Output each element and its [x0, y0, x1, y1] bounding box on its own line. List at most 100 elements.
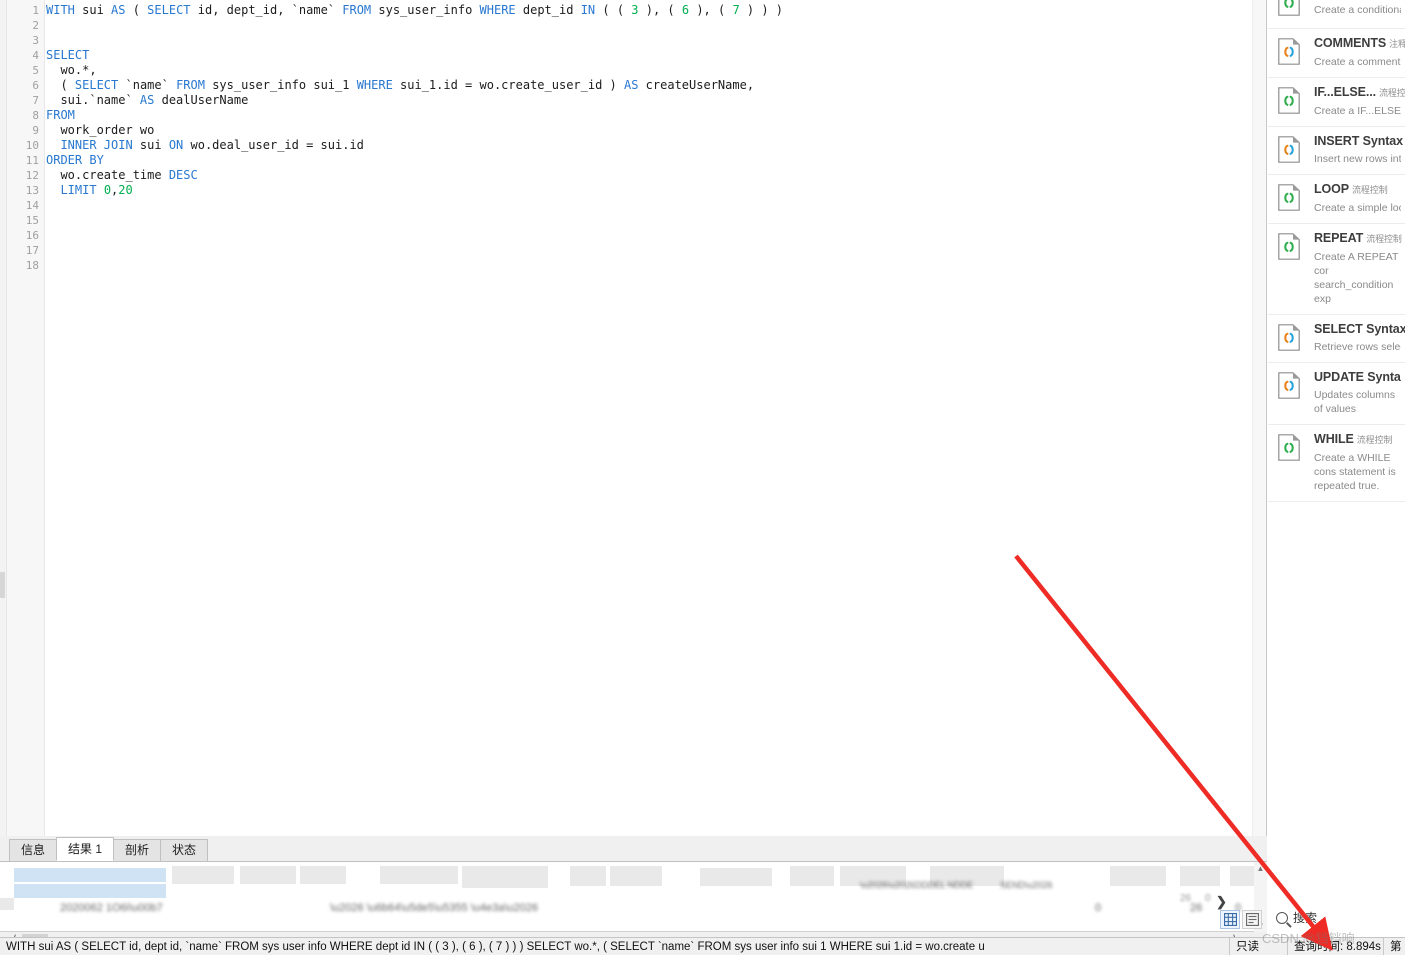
code-token: ), ( [638, 3, 682, 17]
sql-doc-icon [1278, 184, 1300, 211]
grid-cell-blurred [380, 866, 458, 884]
code-token: WHERE [356, 78, 393, 92]
snippet-description: Insert new rows into [1314, 153, 1401, 165]
code-line: work_order wo [46, 123, 1252, 138]
sql-doc-icon [1278, 136, 1300, 163]
snippet-title: IF...ELSE...流程控制 [1314, 85, 1405, 101]
sidebar-snippet-item[interactable]: LOOP 流程控制 Create a simple loop [1268, 175, 1405, 224]
sidebar-snippet-item[interactable]: REPEAT 流程控制 Create A REPEAT cor search_con… [1268, 224, 1405, 315]
results-tab[interactable]: 状态 [160, 839, 209, 861]
code-line: SELECT [46, 48, 1252, 63]
code-token: WITH [46, 3, 75, 17]
editor-left-splitter[interactable] [0, 0, 7, 836]
line-number: 14 [25, 199, 39, 212]
search-placeholder-label: 搜索 [1293, 911, 1318, 925]
code-token: 0 [103, 183, 112, 197]
form-view-button[interactable] [1242, 910, 1262, 929]
sql-doc-icon [1278, 38, 1300, 65]
code-token: wo.*, [46, 63, 97, 77]
results-tab[interactable]: 剖析 [113, 839, 162, 861]
code-token: DESC [168, 168, 198, 182]
code-token: id, dept_id, `name` [190, 3, 343, 17]
code-token: 3 [631, 3, 639, 17]
code-line: wo.*, [46, 63, 1252, 78]
sidebar-snippet-item[interactable]: WHILE 流程控制 Create a WHILE cons statement i… [1268, 425, 1405, 502]
code-token: sui_1.id = wo.create_user_id ) [392, 78, 624, 92]
snippet-title: WHILE 流程控制 [1314, 432, 1393, 446]
line-number: 3 [32, 34, 39, 47]
grid-cell-blurred [610, 866, 662, 886]
sidebar-snippet-item[interactable]: INSERT Syntax Insert new rows into [1268, 127, 1405, 175]
sql-doc-icon [1278, 38, 1300, 65]
code-token: ( ( [595, 3, 632, 17]
code-token: ), ( [689, 3, 733, 17]
result-grid[interactable]: \u2026\u2026 DDDEL NDDE SEND\u2026 20200… [0, 862, 1267, 932]
code-line: INNER JOIN sui ON wo.deal_user_id = sui.… [46, 138, 1252, 153]
grid-view-button[interactable] [1220, 910, 1240, 929]
snippet-description: Create a conditional [1314, 4, 1401, 16]
grid-cell-blurred [1180, 866, 1220, 886]
results-tab-bar[interactable]: 信息 结果 1 剖析 状态 [0, 837, 1267, 862]
snippet-description: Retrieve rows selecte [1314, 341, 1401, 353]
snippet-title-cn: 流程控制 [1379, 88, 1405, 98]
code-token: work_order wo [46, 123, 155, 137]
code-token: SELECT [74, 78, 119, 92]
sql-doc-icon [1278, 0, 1300, 16]
code-line: LIMIT 0,20 [46, 183, 1252, 198]
snippet-title: LOOP 流程控制 [1314, 182, 1388, 196]
sql-doc-icon [1278, 372, 1300, 399]
line-number: 8 [32, 109, 39, 122]
sql-doc-icon [1278, 434, 1300, 461]
sql-doc-icon [1278, 136, 1300, 163]
snippet-description: Create A REPEAT cor search_condition exp [1314, 251, 1399, 305]
results-tab[interactable]: 信息 [9, 839, 58, 861]
sql-snippet-sidebar[interactable]: Create a conditional COMMENTS 注释 Create a c… [1268, 0, 1405, 900]
snippet-title-cn: 流程控制 [1352, 185, 1388, 195]
snippet-title-cn: 流程控制 [1366, 234, 1402, 244]
line-number: 17 [25, 244, 39, 257]
snippet-description: Create a IF...ELSE... co [1314, 105, 1401, 117]
scroll-up-arrow[interactable]: ▲ [1254, 862, 1267, 875]
expand-chevron-icon[interactable]: ❯ [1216, 894, 1227, 910]
sidebar-snippet-item[interactable]: SELECT Syntax Retrieve rows selecte [1268, 315, 1405, 363]
line-number: 1 [32, 4, 39, 17]
grid-cell-blurred [14, 868, 166, 882]
line-number-gutter: 1 2 3 4 5 6 7 8 9 10 11 12 13 14 15 16 17 18 [7, 0, 45, 836]
sql-doc-icon [1278, 324, 1300, 351]
sql-doc-icon [1278, 233, 1300, 260]
code-line: sui.`name` AS dealUserName [46, 93, 1252, 108]
code-token: INNER JOIN [60, 138, 133, 152]
code-token: sui.`name` [46, 93, 140, 107]
sql-code-area[interactable]: WITH sui AS ( SELECT id, dept_id, `name`… [46, 0, 1252, 836]
sidebar-snippet-item[interactable]: Create a conditional [1268, 0, 1405, 29]
grid-search-box[interactable]: 搜索 [1276, 909, 1317, 926]
sidebar-snippet-item[interactable]: COMMENTS 注释 Create a comment [1268, 29, 1405, 78]
code-token: sui [132, 138, 169, 152]
editor-vertical-scrollbar[interactable] [1252, 0, 1266, 836]
sidebar-snippet-item[interactable]: IF...ELSE...流程控制 Create a IF...ELSE... co [1268, 78, 1405, 127]
snippet-title-cn: 流程控制 [1356, 435, 1393, 445]
line-number: 15 [25, 214, 39, 227]
sidebar-snippet-item[interactable]: UPDATE Synta Updates columns of values [1268, 363, 1405, 425]
snippet-title: INSERT Syntax [1314, 134, 1404, 148]
grid-row-marker [0, 898, 14, 910]
code-token: ( [125, 3, 148, 17]
line-number: 9 [32, 124, 39, 137]
code-token: SELECT [46, 48, 90, 62]
code-token: sys_user_info sui_1 [204, 78, 357, 92]
results-tab[interactable]: 结果 1 [56, 837, 115, 861]
code-token: ( [46, 78, 75, 92]
grid-cell-blurred [1230, 866, 1256, 886]
navicat-query-editor-window: 1 2 3 4 5 6 7 8 9 10 11 12 13 14 15 16 17 18 WITH sui AS … [0, 0, 1405, 955]
partial-grid-cells: 26 0 [1180, 893, 1211, 904]
code-line: WITH sui AS ( SELECT id, dept_id, `name`… [46, 3, 1252, 18]
code-token: 20 [118, 183, 133, 197]
view-mode-toggle[interactable] [1220, 910, 1262, 929]
splitter-handle[interactable] [0, 572, 5, 598]
